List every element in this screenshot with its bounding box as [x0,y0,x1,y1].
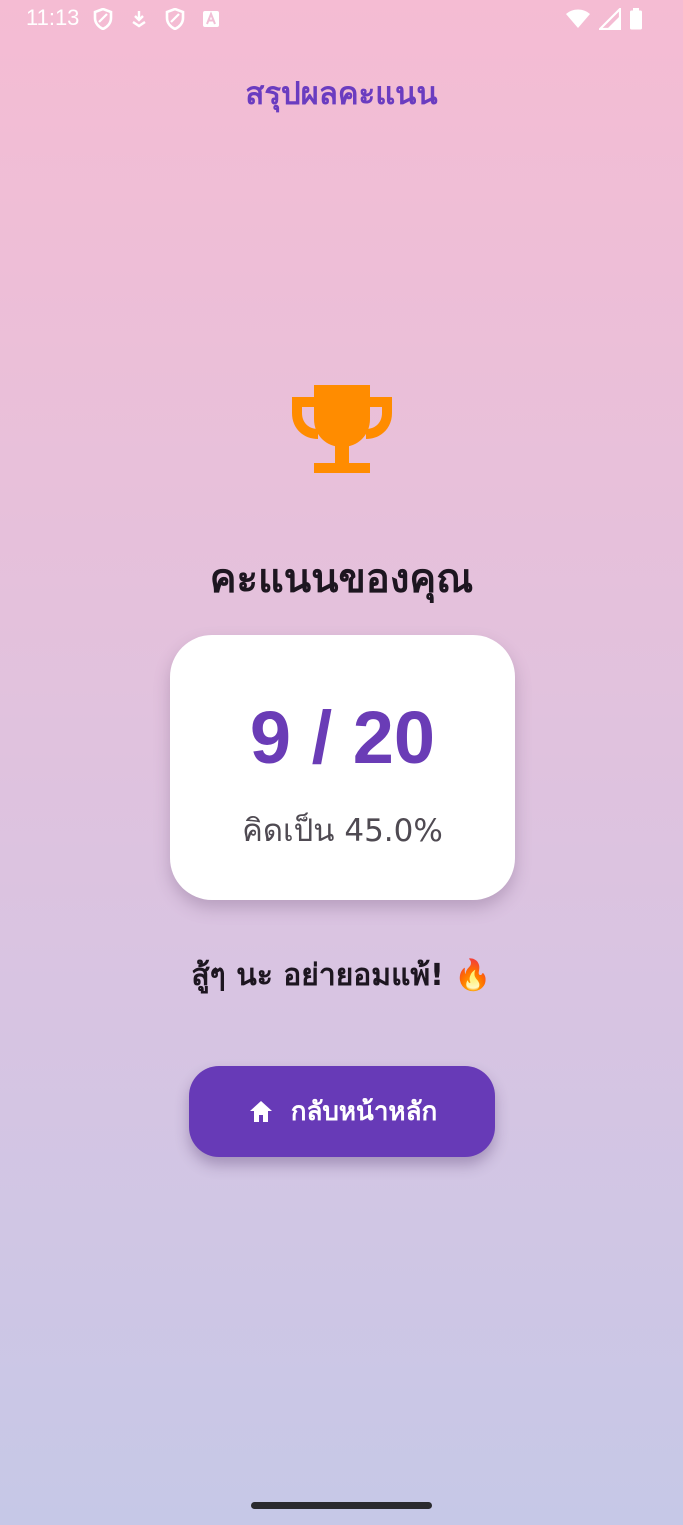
page-title: สรุปผลคะแนน [245,76,438,112]
battery-icon [629,8,643,34]
shield-icon [92,8,114,30]
home-icon [247,1098,275,1126]
encouragement-message: สู้ๆ นะ อย่ายอมแพ้! 🔥 [191,958,492,993]
download-icon [128,8,150,30]
home-button[interactable]: กลับหน้าหลัก [189,1066,495,1157]
text-a-icon [200,8,222,30]
wifi-icon [565,9,591,33]
trophy-icon [290,383,394,487]
score-percent: คิดเป็น 45.0% [242,813,443,849]
home-button-label: กลับหน้าหลัก [290,1097,438,1127]
status-time: 11:13 [26,5,80,30]
status-icons-right [565,6,643,34]
signal-icon [597,6,622,34]
score-card: 9 / 20 คิดเป็น 45.0% [170,635,515,900]
score-value: 9 / 20 [249,696,436,779]
status-bar: 11:13 [0,0,683,38]
shield-icon [164,8,186,30]
status-icons-left [92,8,222,30]
score-heading: คะแนนของคุณ [209,556,474,602]
navigation-handle[interactable] [251,1502,432,1509]
